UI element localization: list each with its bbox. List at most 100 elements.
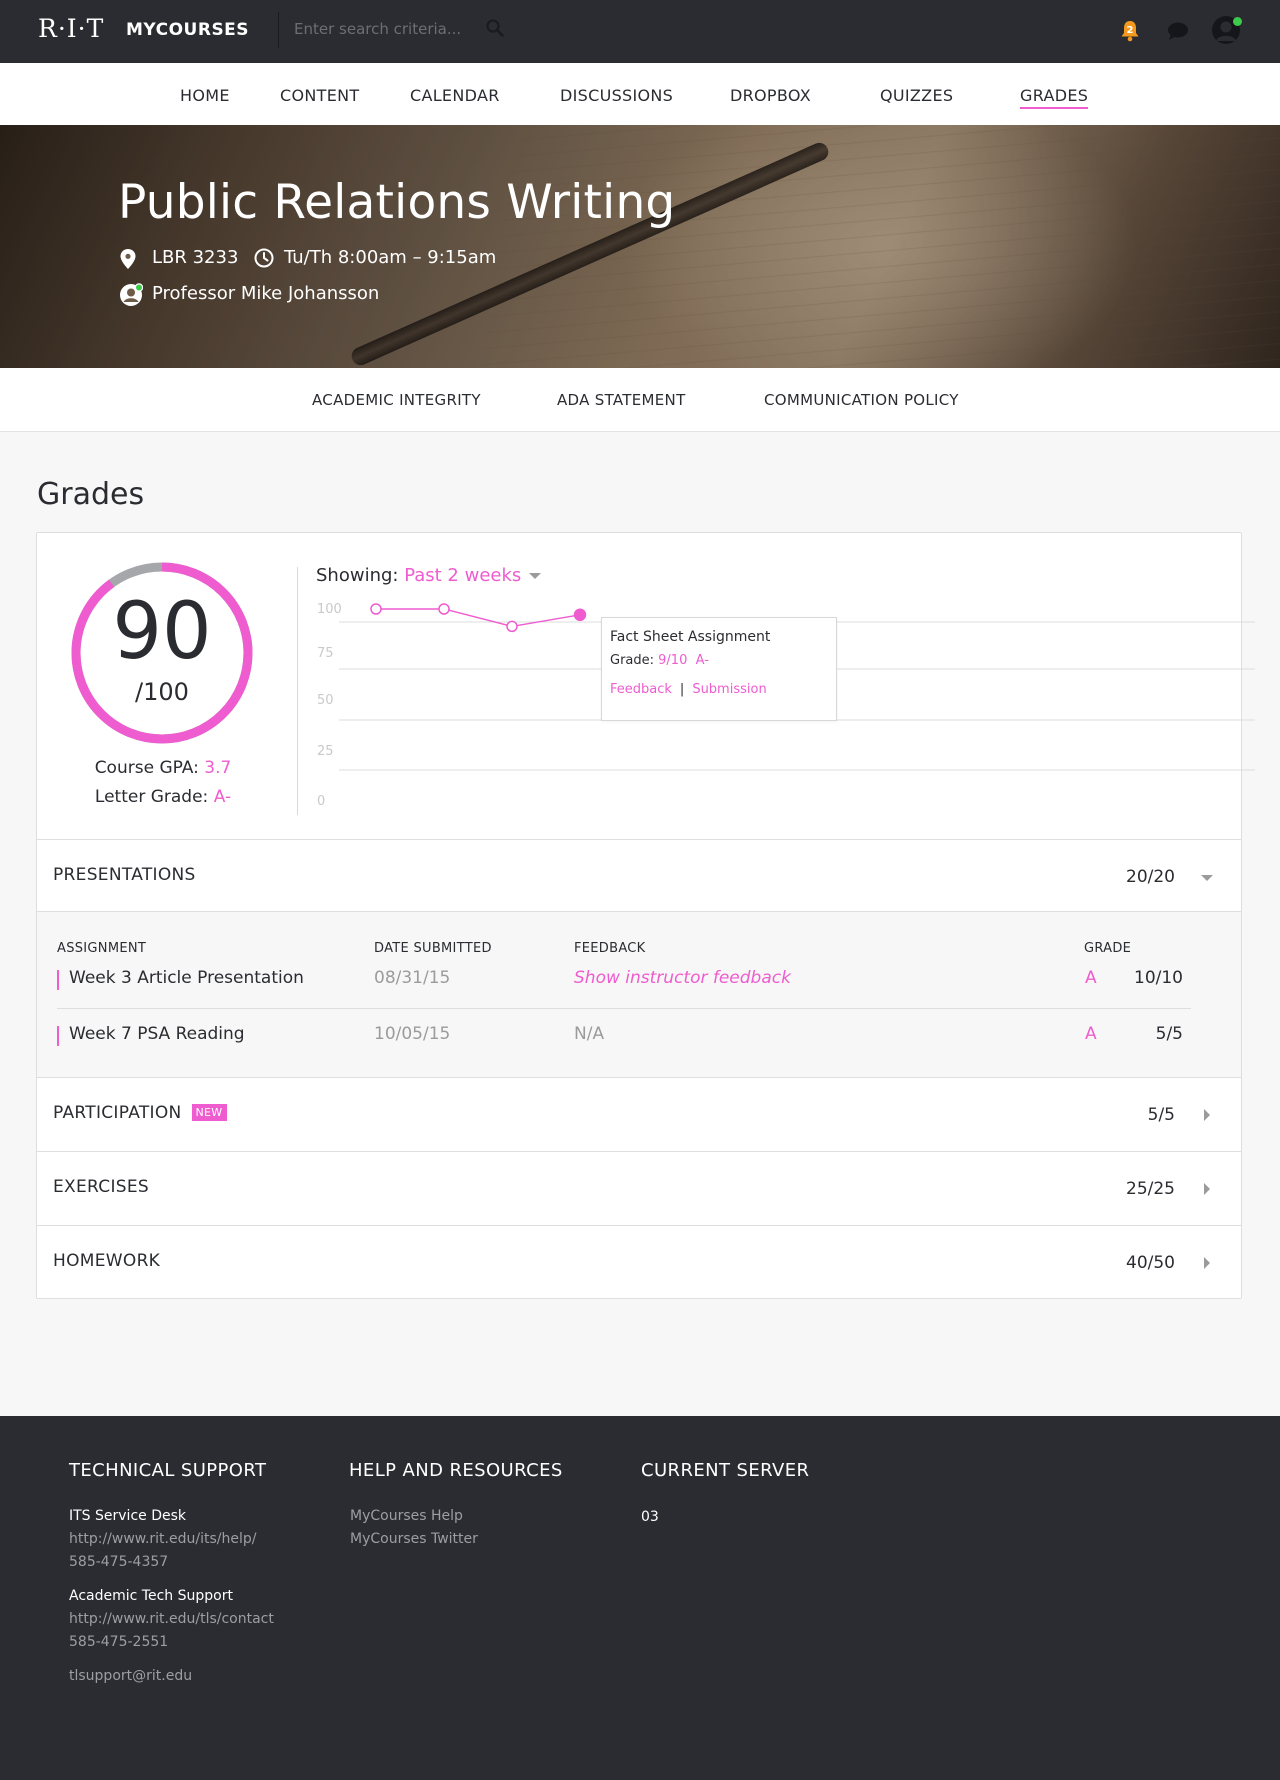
grades-card: 90 /100 Course GPA: 3.7 Letter Grade: A-… — [36, 532, 1255, 1299]
category-homework[interactable]: HOMEWORK 40/50 — [37, 1225, 1241, 1298]
row-accent-bar — [57, 970, 59, 990]
nav-content[interactable]: CONTENT — [280, 86, 359, 105]
time-range-value: Past 2 weeks — [404, 565, 522, 586]
tooltip-submission-link[interactable]: Submission — [692, 682, 766, 697]
column-header-feedback: FEEDBACK — [574, 941, 646, 956]
time-range-select[interactable]: Past 2 weeks — [404, 565, 542, 586]
mycourses-twitter-link[interactable]: MyCourses Twitter — [350, 1531, 478, 1547]
overall-score: 90 — [112, 587, 212, 677]
category-exercises[interactable]: EXERCISES 25/25 — [37, 1151, 1241, 1224]
clock-icon — [254, 248, 274, 268]
course-schedule: Tu/Th 8:00am – 9:15am — [284, 247, 497, 268]
category-score: 40/50 — [1126, 1253, 1175, 1273]
data-point[interactable] — [573, 608, 587, 622]
data-point[interactable] — [506, 620, 518, 633]
chevron-down-icon[interactable] — [1201, 875, 1213, 881]
y-tick-label: 0 — [317, 794, 325, 809]
rit-logo[interactable]: R·I·T — [38, 14, 104, 43]
its-service-desk-url[interactable]: http://www.rit.edu/its/help/ — [69, 1531, 256, 1547]
nav-home[interactable]: HOME — [180, 86, 230, 105]
course-title: Public Relations Writing — [118, 175, 676, 230]
category-score: 25/25 — [1126, 1179, 1175, 1199]
footer-heading-help: HELP AND RESOURCES — [349, 1460, 563, 1481]
category-participation[interactable]: PARTICIPATION NEW 5/5 — [37, 1077, 1241, 1150]
tooltip-grade-value: 9/10 A- — [658, 653, 709, 668]
top-bar: R·I·T MYCOURSES 2 — [0, 0, 1280, 63]
course-gpa-label: Course GPA: — [94, 758, 199, 778]
data-point[interactable] — [438, 603, 450, 615]
y-tick-label: 50 — [317, 693, 334, 708]
category-name: PRESENTATIONS — [53, 865, 196, 885]
tooltip-grade: Grade: 9/10 A- — [610, 653, 709, 668]
assignment-grade: 10/10 — [1134, 968, 1183, 988]
column-header-date: DATE SUBMITTED — [374, 941, 492, 956]
support-email[interactable]: tlsupport@rit.edu — [69, 1668, 192, 1684]
chevron-down-icon — [529, 573, 542, 579]
nav-dropbox[interactable]: DROPBOX — [730, 86, 811, 105]
assignment-name[interactable]: Week 3 Article Presentation — [69, 968, 304, 988]
new-badge: NEW — [191, 1104, 227, 1121]
online-status-dot — [1233, 17, 1242, 26]
mycourses-help-link[interactable]: MyCourses Help — [350, 1508, 463, 1524]
course-gpa: Course GPA: 3.7 — [37, 758, 289, 778]
chevron-right-icon[interactable] — [1204, 1257, 1210, 1269]
footer: TECHNICAL SUPPORT ITS Service Desk http:… — [0, 1416, 1280, 1780]
time-range-filter: Showing: Past 2 weeks — [316, 565, 542, 586]
subnav-ada-statement[interactable]: ADA STATEMENT — [557, 391, 686, 409]
its-service-desk-label: ITS Service Desk — [69, 1508, 187, 1524]
subnav-academic-integrity[interactable]: ACADEMIC INTEGRITY — [312, 391, 481, 409]
tooltip-links: Feedback | Submission — [610, 682, 767, 697]
assignment-feedback: N/A — [574, 1024, 605, 1044]
academic-tech-support-url[interactable]: http://www.rit.edu/tls/contact — [69, 1611, 274, 1627]
assignment-name[interactable]: Week 7 PSA Reading — [69, 1024, 245, 1044]
search-icon[interactable] — [486, 19, 504, 37]
professor-name[interactable]: Professor Mike Johansson — [152, 283, 379, 304]
letter-grade: Letter Grade: A- — [37, 787, 289, 807]
professor-avatar-icon — [120, 283, 143, 306]
assignment-letter-grade: A — [1085, 1024, 1097, 1044]
y-tick-label: 100 — [317, 602, 342, 617]
course-location: LBR 3233 — [152, 247, 239, 268]
presentations-assignments: ASSIGNMENT DATE SUBMITTED FEEDBACK GRADE… — [37, 911, 1241, 1077]
category-score: 20/20 — [1126, 867, 1175, 887]
show-feedback-link[interactable]: Show instructor feedback — [574, 968, 791, 988]
data-point[interactable] — [370, 603, 382, 615]
chart-tooltip: Fact Sheet Assignment Grade: 9/10 A- Fee… — [601, 617, 837, 721]
category-score: 5/5 — [1147, 1105, 1175, 1125]
category-name: HOMEWORK — [53, 1251, 161, 1271]
course-gpa-value: 3.7 — [204, 758, 232, 778]
subnav-communication-policy[interactable]: COMMUNICATION POLICY — [764, 391, 959, 409]
tooltip-separator: | — [679, 682, 685, 697]
nav-discussions[interactable]: DISCUSSIONS — [560, 86, 673, 105]
overall-score-total: /100 — [135, 678, 189, 706]
footer-heading-server: CURRENT SERVER — [641, 1460, 810, 1481]
row-accent-bar — [57, 1026, 59, 1046]
tooltip-feedback-link[interactable]: Feedback — [610, 682, 672, 697]
tooltip-grade-label: Grade: — [610, 653, 655, 668]
y-tick-label: 75 — [317, 646, 334, 661]
course-hero: Public Relations Writing LBR 3233 Tu/Th … — [0, 125, 1280, 368]
chevron-right-icon[interactable] — [1204, 1183, 1210, 1195]
footer-heading-technical-support: TECHNICAL SUPPORT — [69, 1460, 267, 1481]
category-name: PARTICIPATION — [53, 1103, 182, 1123]
search-divider — [278, 12, 279, 48]
assignment-letter-grade: A — [1085, 968, 1097, 988]
y-tick-label: 25 — [317, 744, 334, 759]
assignment-date: 08/31/15 — [374, 968, 451, 988]
notification-count: 2 — [1126, 25, 1134, 36]
nav-grades[interactable]: GRADES — [1020, 86, 1089, 109]
chat-icon[interactable] — [1166, 20, 1190, 42]
chevron-right-icon[interactable] — [1204, 1109, 1210, 1121]
nav-quizzes[interactable]: QUIZZES — [880, 86, 953, 105]
main-nav: HOME CONTENT CALENDAR DISCUSSIONS DROPBO… — [0, 63, 1280, 125]
mycourses-brand[interactable]: MYCOURSES — [126, 20, 249, 40]
time-range-label: Showing: — [316, 565, 399, 586]
row-divider — [57, 1008, 1191, 1009]
current-server-value: 03 — [641, 1509, 659, 1525]
letter-grade-label: Letter Grade: — [94, 787, 209, 807]
assignment-date: 10/05/15 — [374, 1024, 451, 1044]
its-service-desk-phone: 585-475-4357 — [69, 1554, 169, 1570]
category-presentations[interactable]: PRESENTATIONS 20/20 — [37, 839, 1241, 912]
nav-calendar[interactable]: CALENDAR — [410, 86, 500, 105]
search-input[interactable] — [286, 14, 486, 44]
